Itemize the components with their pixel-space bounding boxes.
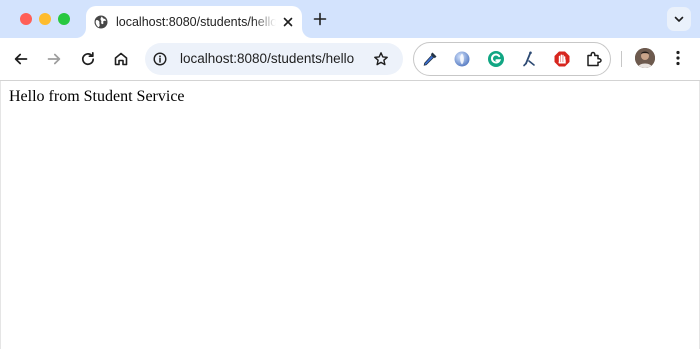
window-maximize-button[interactable]: [58, 13, 70, 25]
home-icon: [114, 52, 128, 66]
new-tab-button[interactable]: [311, 10, 329, 28]
puzzle-icon[interactable]: [585, 50, 603, 68]
tab-search-button[interactable]: [667, 7, 691, 31]
close-icon[interactable]: [281, 15, 295, 29]
stop-hand-icon[interactable]: [553, 50, 571, 68]
menu-button[interactable]: [670, 49, 686, 67]
window-close-button[interactable]: [20, 13, 32, 25]
tab-title: localhost:8080/students/hello: [116, 15, 276, 29]
home-button[interactable]: [110, 48, 132, 70]
blue-orb-extension-icon[interactable]: [453, 50, 471, 68]
bookmark-star-icon[interactable]: [373, 51, 389, 67]
grammarly-icon[interactable]: [487, 50, 505, 68]
toolbar: localhost:8080/students/hello: [0, 38, 700, 81]
avatar[interactable]: [635, 48, 655, 68]
site-info-icon[interactable]: [153, 52, 167, 66]
reload-icon: [82, 51, 95, 66]
page-content: Hello from Student Service: [0, 81, 700, 349]
back-button[interactable]: [10, 48, 32, 70]
page-text: Hello from Student Service: [9, 88, 185, 105]
more-vertical-icon: [676, 50, 680, 66]
url-text[interactable]: localhost:8080/students/hello: [180, 51, 354, 66]
reload-button[interactable]: [77, 48, 99, 70]
toolbar-divider: [621, 51, 622, 67]
arrow-left-icon: [14, 53, 28, 65]
stylus-pen-icon[interactable]: [520, 50, 538, 68]
address-bar[interactable]: localhost:8080/students/hello: [145, 43, 403, 75]
browser-window: localhost:8080/students/hello localhost:…: [0, 0, 700, 349]
tab-active[interactable]: localhost:8080/students/hello: [86, 6, 302, 38]
plus-icon: [313, 12, 327, 26]
window-minimize-button[interactable]: [39, 13, 51, 25]
extensions-area: [413, 42, 611, 76]
forward-button[interactable]: [43, 48, 65, 70]
chevron-down-icon: [674, 16, 684, 22]
eyedropper-icon[interactable]: [421, 50, 439, 68]
profile-photo: [635, 48, 655, 68]
globe-icon: [94, 15, 108, 29]
tab-strip: localhost:8080/students/hello: [0, 0, 700, 38]
arrow-right-icon: [47, 53, 61, 65]
